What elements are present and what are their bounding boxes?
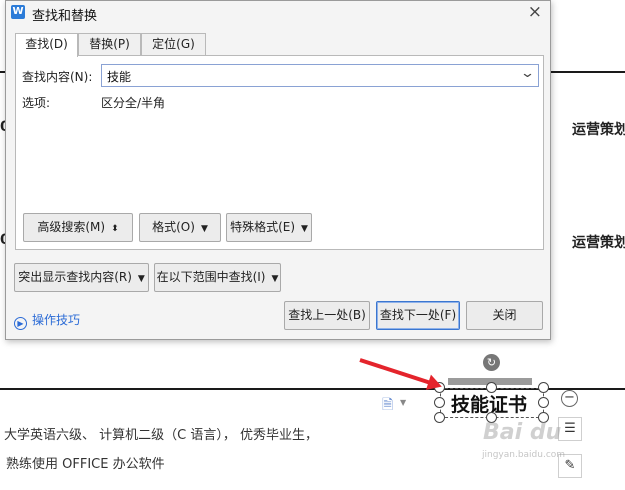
document-icon[interactable]: 🗎 bbox=[382, 394, 393, 418]
find-previous-button[interactable]: 查找上一处(B) bbox=[284, 301, 370, 330]
resize-handle[interactable] bbox=[538, 382, 549, 393]
document-line: 大学英语六级、 计算机二级（C 语言）， 优秀毕业生， bbox=[4, 428, 318, 443]
minus-icon[interactable]: − bbox=[561, 390, 578, 407]
find-label: 查找内容(N): bbox=[22, 70, 93, 84]
close-icon[interactable]: × bbox=[528, 2, 542, 22]
layout-options-icon[interactable]: ☰ bbox=[558, 417, 582, 441]
resize-handle[interactable] bbox=[538, 397, 549, 408]
resize-handle[interactable] bbox=[434, 397, 445, 408]
special-format-button[interactable]: 特殊格式(E) ▼ bbox=[226, 213, 312, 242]
advanced-search-button[interactable]: 高级搜索(M) ⬍ bbox=[23, 213, 133, 242]
find-replace-dialog: W 查找和替换 × 查找(D) 替换(P) 定位(G) 查找内容(N): 技能 … bbox=[5, 0, 551, 340]
special-format-label: 特殊格式(E) bbox=[230, 220, 296, 234]
tab-goto[interactable]: 定位(G) bbox=[141, 33, 206, 56]
chevron-down-icon[interactable]: ▼ bbox=[400, 398, 406, 407]
find-in-button[interactable]: 在以下范围中查找(I) ▼ bbox=[154, 263, 281, 292]
section-title: 运营策划 bbox=[572, 235, 625, 251]
document-line: 熟练使用 OFFICE 办公软件 bbox=[6, 457, 165, 472]
chevron-down-icon: ▼ bbox=[301, 224, 308, 234]
options-label: 选项: bbox=[22, 96, 51, 110]
format-button[interactable]: 格式(O) ▼ bbox=[139, 213, 221, 242]
tips-label: 操作技巧 bbox=[32, 313, 81, 327]
wps-app-icon: W bbox=[11, 5, 25, 19]
chevron-down-icon: ⬍ bbox=[111, 224, 119, 234]
annotation-arrow bbox=[359, 358, 439, 388]
tab-find[interactable]: 查找(D) bbox=[15, 33, 78, 57]
close-button[interactable]: 关闭 bbox=[466, 301, 543, 330]
find-panel: 查找内容(N): 技能 ⌄ 选项: 区分全/半角 高级搜索(M) ⬍ 格式(O) ▼… bbox=[15, 55, 544, 250]
dialog-titlebar[interactable]: W 查找和替换 × bbox=[6, 1, 550, 25]
tab-replace[interactable]: 替换(P) bbox=[78, 33, 141, 56]
watermark-logo: Bai du bbox=[483, 420, 562, 445]
options-value: 区分全/半角 bbox=[101, 96, 166, 110]
chevron-down-icon[interactable]: ⌄ bbox=[520, 66, 535, 81]
dialog-title: 查找和替换 bbox=[32, 9, 98, 24]
play-icon: ▶ bbox=[14, 317, 27, 330]
format-label: 格式(O) bbox=[152, 220, 195, 234]
find-next-button[interactable]: 查找下一处(F) bbox=[376, 301, 460, 330]
chevron-down-icon: ▼ bbox=[137, 274, 145, 284]
watermark-url: jingyan.baidu.com bbox=[482, 450, 566, 460]
resize-handle[interactable] bbox=[486, 382, 497, 393]
tips-link[interactable]: ▶ 操作技巧 bbox=[14, 311, 80, 330]
rotate-handle-icon[interactable]: ↻ bbox=[483, 354, 500, 371]
section-title: 运营策划 bbox=[572, 122, 625, 138]
chevron-down-icon: ▼ bbox=[200, 224, 208, 234]
find-input[interactable]: 技能 ⌄ bbox=[101, 64, 539, 87]
resize-handle[interactable] bbox=[434, 412, 445, 423]
highlight-label: 突出显示查找内容(R) bbox=[18, 270, 132, 284]
advanced-search-label: 高级搜索(M) bbox=[37, 220, 106, 234]
chevron-down-icon: ▼ bbox=[271, 274, 279, 284]
find-in-label: 在以下范围中查找(I) bbox=[156, 270, 266, 284]
find-input-value[interactable]: 技能 bbox=[107, 68, 131, 85]
highlight-matches-button[interactable]: 突出显示查找内容(R) ▼ bbox=[14, 263, 149, 292]
